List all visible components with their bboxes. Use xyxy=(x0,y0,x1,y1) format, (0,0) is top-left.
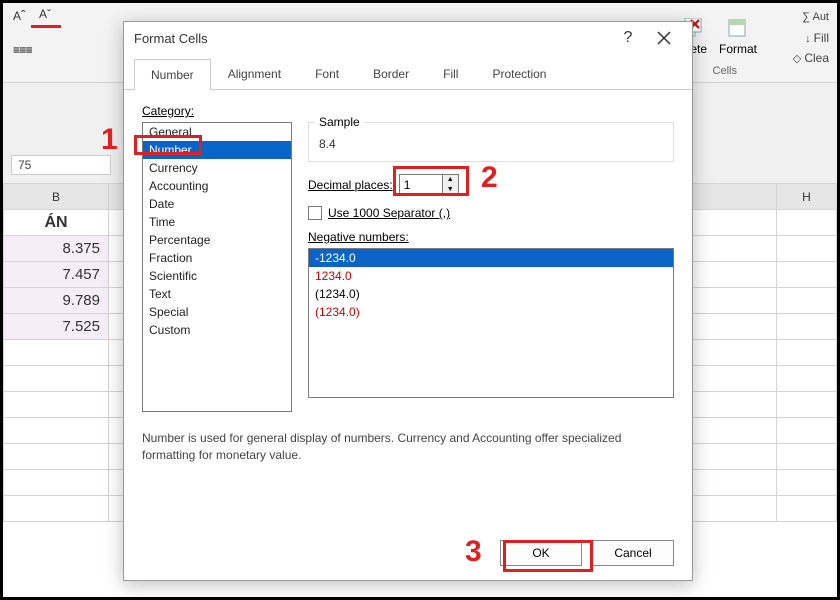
align-buttons[interactable]: ≡ ≡ ≡ xyxy=(13,43,31,57)
category-item[interactable]: Number xyxy=(143,141,291,159)
format-label: Format xyxy=(719,42,757,56)
tab-number[interactable]: Number xyxy=(134,59,211,90)
decimal-places-input[interactable] xyxy=(400,175,442,195)
tab-font[interactable]: Font xyxy=(298,58,356,89)
ok-button[interactable]: OK xyxy=(500,540,582,566)
negative-numbers-list[interactable]: -1234.01234.0(1234.0)(1234.0) xyxy=(308,248,674,398)
category-item[interactable]: Fraction xyxy=(143,249,291,267)
col-header-b[interactable]: B xyxy=(4,184,109,210)
help-button[interactable]: ? xyxy=(610,29,646,47)
category-item[interactable]: Scientific xyxy=(143,267,291,285)
close-button[interactable] xyxy=(646,29,682,47)
clear-button[interactable]: ◇ Clea xyxy=(793,51,829,65)
thousands-separator-checkbox[interactable] xyxy=(308,206,322,220)
format-cells-dialog: Format Cells ? Number Alignment Font Bor… xyxy=(123,21,693,581)
spinner-up-icon[interactable]: ▲ xyxy=(443,175,458,185)
category-item[interactable]: Percentage xyxy=(143,231,291,249)
category-item[interactable]: Currency xyxy=(143,159,291,177)
tab-alignment[interactable]: Alignment xyxy=(211,58,298,89)
category-item[interactable]: Custom xyxy=(143,321,291,339)
close-icon xyxy=(657,31,671,45)
category-item[interactable]: General xyxy=(143,123,291,141)
formula-bar[interactable]: 75 xyxy=(11,155,111,175)
formula-value[interactable]: 75 xyxy=(11,155,111,175)
tab-border[interactable]: Border xyxy=(356,58,426,89)
sample-label: Sample xyxy=(315,115,364,129)
dialog-titlebar: Format Cells ? xyxy=(124,22,692,54)
row-header[interactable]: ÁN xyxy=(4,210,109,236)
sample-value: 8.4 xyxy=(319,137,663,151)
autosum-button[interactable]: ∑ Aut xyxy=(802,11,829,23)
format-button[interactable]: Format xyxy=(719,18,757,56)
sample-group: Sample 8.4 xyxy=(308,122,674,162)
fill-button[interactable]: ↓ Fill xyxy=(805,31,829,45)
negative-format-item[interactable]: (1234.0) xyxy=(309,303,673,321)
format-description: Number is used for general display of nu… xyxy=(142,430,674,464)
category-list[interactable]: GeneralNumberCurrencyAccountingDateTimeP… xyxy=(142,122,292,412)
format-cells-icon xyxy=(725,18,751,40)
cells-group-label: Cells xyxy=(713,65,737,77)
decimal-places-label: Decimal places: xyxy=(308,178,393,192)
category-item[interactable]: Text xyxy=(143,285,291,303)
dialog-title: Format Cells xyxy=(134,31,610,46)
negative-format-item[interactable]: 1234.0 xyxy=(309,267,673,285)
category-item[interactable]: Accounting xyxy=(143,177,291,195)
negative-numbers-label: Negative numbers: xyxy=(308,230,674,244)
dialog-body: Category: GeneralNumberCurrencyAccountin… xyxy=(124,90,692,478)
font-shrink-button[interactable]: Aˇ xyxy=(39,7,51,21)
col-header-h[interactable]: H xyxy=(777,184,837,210)
tab-fill[interactable]: Fill xyxy=(426,58,475,89)
thousands-separator-label: Use 1000 Separator (,) xyxy=(328,206,450,220)
tab-protection[interactable]: Protection xyxy=(475,58,563,89)
negative-format-item[interactable]: -1234.0 xyxy=(309,249,673,267)
annotation-number-1: 1 xyxy=(101,123,118,157)
category-item[interactable]: Special xyxy=(143,303,291,321)
category-label: Category: xyxy=(142,104,674,118)
cancel-button[interactable]: Cancel xyxy=(592,540,674,566)
underline-highlight xyxy=(31,25,61,28)
category-item[interactable]: Time xyxy=(143,213,291,231)
dialog-tabs: Number Alignment Font Border Fill Protec… xyxy=(124,58,692,90)
spinner-down-icon[interactable]: ▼ xyxy=(443,185,458,195)
font-grow-button[interactable]: Aˆ xyxy=(13,7,26,23)
negative-format-item[interactable]: (1234.0) xyxy=(309,285,673,303)
decimal-places-spinner[interactable]: ▲ ▼ xyxy=(399,174,459,196)
category-item[interactable]: Date xyxy=(143,195,291,213)
